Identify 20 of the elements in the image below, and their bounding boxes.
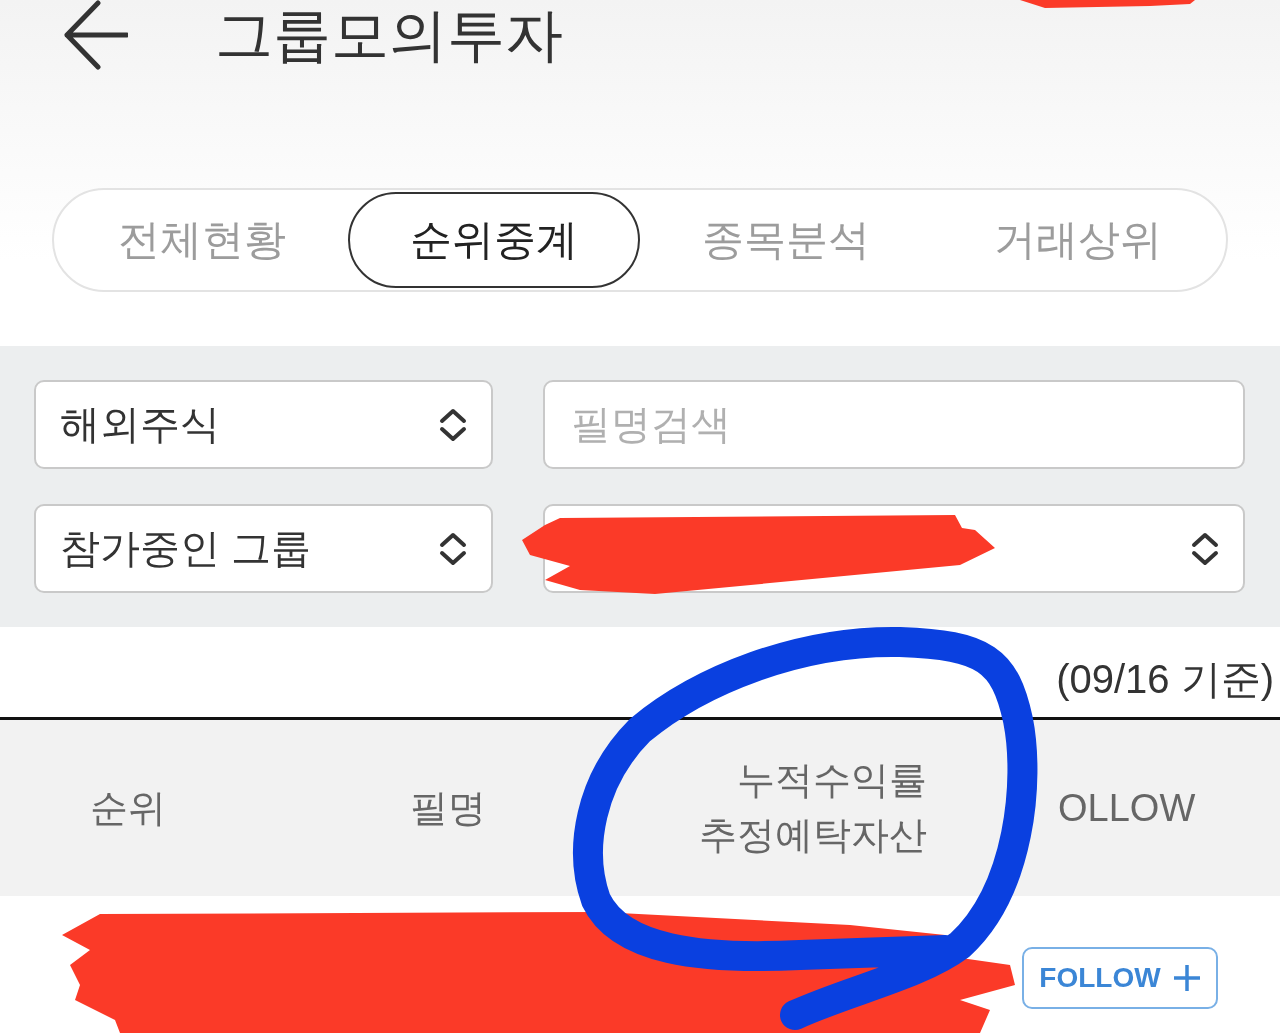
back-arrow-icon[interactable] bbox=[64, 0, 128, 70]
chevron-updown-icon bbox=[1190, 531, 1220, 566]
column-header: 누적수익률 bbox=[737, 759, 927, 801]
column-header: 필명 bbox=[409, 786, 486, 829]
tab[interactable]: 전체현황 bbox=[56, 192, 348, 288]
column-header: 순위 bbox=[89, 786, 166, 829]
column-header: OLLOW bbox=[1058, 786, 1196, 829]
page-title: 그룹모의투자 bbox=[215, 1, 563, 69]
chevron-updown-icon bbox=[438, 407, 468, 442]
follow-button[interactable]: FOLLOW bbox=[1022, 947, 1218, 1009]
column-header: 추정예탁자산 bbox=[699, 814, 927, 856]
tab[interactable]: 순위중계 bbox=[348, 192, 640, 288]
dropdown-select[interactable]: 참가중인 그룹 bbox=[34, 504, 493, 593]
as-of-date: (09/16 기준) bbox=[1056, 656, 1274, 703]
chevron-updown-icon bbox=[438, 531, 468, 566]
plus-icon bbox=[1172, 964, 1201, 992]
search-field[interactable]: 필명검색 bbox=[543, 380, 1245, 469]
tab[interactable]: 거래상위 bbox=[932, 192, 1224, 288]
dropdown-select[interactable]: 해외주식 bbox=[34, 380, 493, 469]
tab[interactable]: 종목분석 bbox=[640, 192, 932, 288]
